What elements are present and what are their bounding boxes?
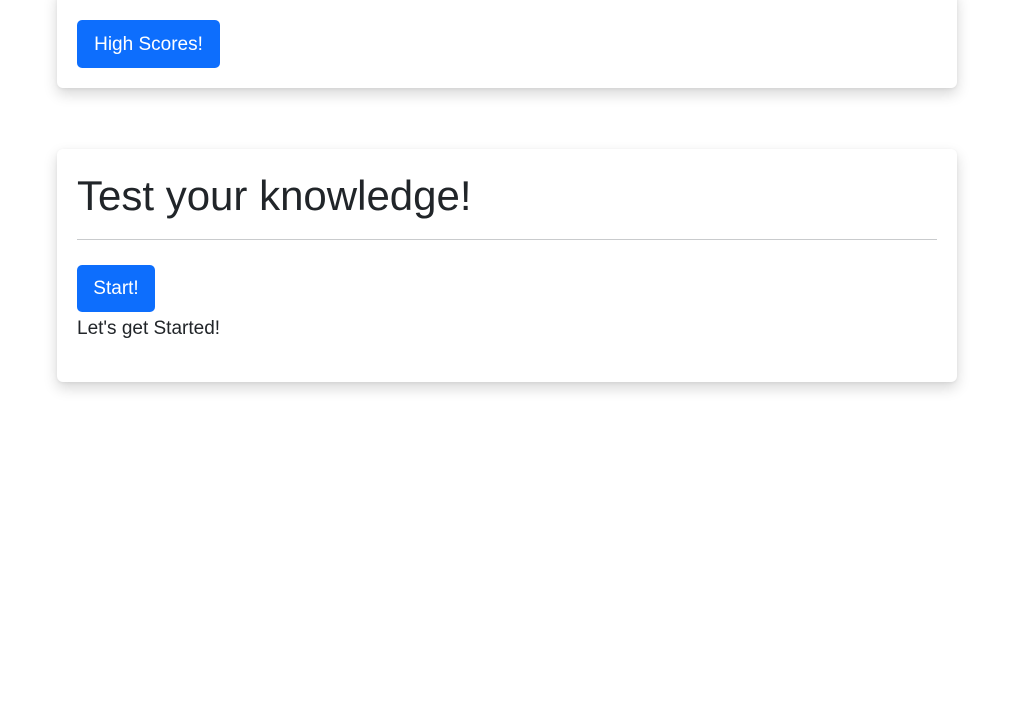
title-divider	[77, 239, 937, 241]
quiz-title: Test your knowledge!	[77, 172, 472, 219]
quiz-card: Test your knowledge! Start! Let's get St…	[57, 149, 957, 382]
status-text: Let's get Started!	[77, 318, 221, 340]
high-scores-card: High Scores!	[57, 0, 957, 88]
high-scores-button[interactable]: High Scores!	[77, 20, 220, 68]
start-button[interactable]: Start!	[77, 265, 155, 313]
